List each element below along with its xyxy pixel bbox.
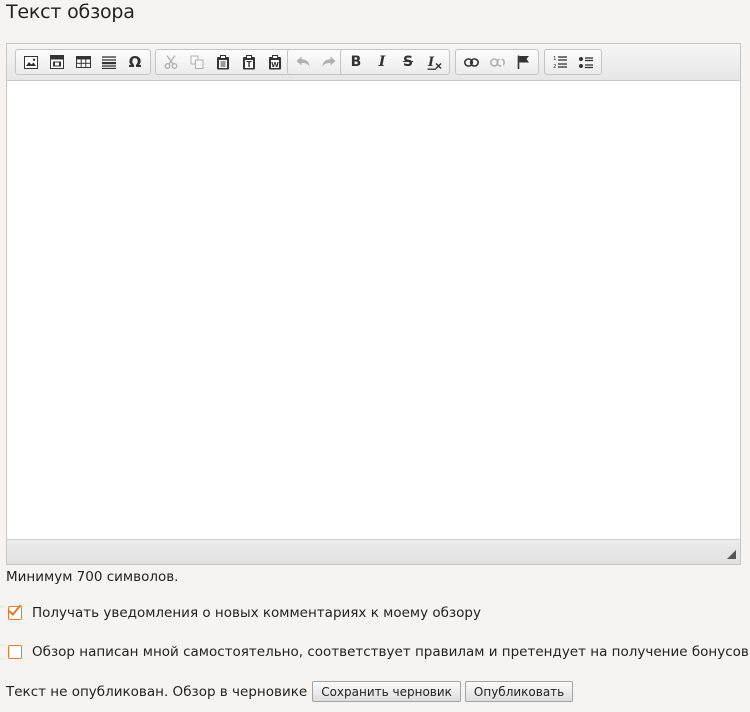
editor-statusbar xyxy=(7,539,740,564)
horizontal-rule-icon[interactable] xyxy=(96,51,122,73)
save-draft-button[interactable]: Сохранить черновик xyxy=(312,681,461,702)
paste-icon[interactable] xyxy=(210,51,236,73)
bold-glyph: B xyxy=(350,54,362,70)
own-work-checkbox-row: Обзор написан мной самостоятельно, соотв… xyxy=(8,644,749,660)
rich-text-editor: Ω T W B I S I 1 2 xyxy=(6,43,741,565)
bold-icon[interactable]: B xyxy=(343,51,369,73)
publish-status-row: Текст не опубликован. Обзор в черновике … xyxy=(6,681,574,702)
unlink-icon[interactable] xyxy=(484,51,510,73)
strike-glyph: S xyxy=(402,54,414,70)
page-title: Текст обзора xyxy=(6,1,135,23)
table-icon[interactable] xyxy=(70,51,96,73)
svg-text:I: I xyxy=(427,55,435,70)
svg-text:1: 1 xyxy=(553,56,557,62)
notify-checkbox-row: Получать уведомления о новых комментария… xyxy=(7,601,481,621)
italic-glyph: I xyxy=(378,54,386,70)
toolbar-group-history xyxy=(287,49,345,75)
cut-icon[interactable] xyxy=(158,51,184,73)
toolbar-group-clipboard: T W xyxy=(155,49,291,75)
own-work-checkbox-label[interactable]: Обзор написан мной самостоятельно, соотв… xyxy=(32,644,749,660)
min-length-hint: Минимум 700 символов. xyxy=(6,569,179,585)
paste-text-icon[interactable]: T xyxy=(236,51,262,73)
toolbar-group-insert: Ω xyxy=(15,49,151,75)
flash-icon[interactable] xyxy=(44,51,70,73)
special-char-icon[interactable]: Ω xyxy=(122,51,148,73)
notify-checkbox[interactable] xyxy=(7,601,22,620)
numbered-list-icon[interactable]: 12 xyxy=(547,51,573,73)
copy-icon[interactable] xyxy=(184,51,210,73)
redo-icon[interactable] xyxy=(316,51,342,73)
publish-status-text: Текст не опубликован. Обзор в черновике xyxy=(6,683,308,700)
italic-icon[interactable]: I xyxy=(369,51,395,73)
special-char-glyph: Ω xyxy=(128,52,142,71)
bulleted-list-icon[interactable] xyxy=(573,51,599,73)
undo-icon[interactable] xyxy=(290,51,316,73)
svg-text:W: W xyxy=(271,61,279,69)
review-page: Текст обзора Ω T W B I S I 1 2 Минимум 7… xyxy=(0,0,750,712)
toolbar-group-basicstyles: B I S I xyxy=(340,49,450,75)
svg-text:T: T xyxy=(246,60,252,69)
notify-checkbox-label[interactable]: Получать уведомления о новых комментария… xyxy=(32,605,481,621)
toolbar-group-links xyxy=(455,49,539,75)
svg-text:2: 2 xyxy=(553,64,557,69)
editor-content-area[interactable] xyxy=(7,81,740,540)
anchor-icon[interactable] xyxy=(510,51,536,73)
link-icon[interactable] xyxy=(458,51,484,73)
remove-format-icon[interactable]: I xyxy=(421,51,447,73)
editor-toolbar: Ω T W B I S I 1 2 xyxy=(7,44,740,81)
publish-button[interactable]: Опубликовать xyxy=(464,681,574,702)
strike-icon[interactable]: S xyxy=(395,51,421,73)
own-work-checkbox[interactable] xyxy=(8,645,22,659)
paste-word-icon[interactable]: W xyxy=(262,51,288,73)
checkmark-icon xyxy=(7,601,22,616)
image-icon[interactable] xyxy=(18,51,44,73)
resize-handle-icon[interactable] xyxy=(727,550,736,559)
toolbar-group-lists: 12 xyxy=(544,49,602,75)
